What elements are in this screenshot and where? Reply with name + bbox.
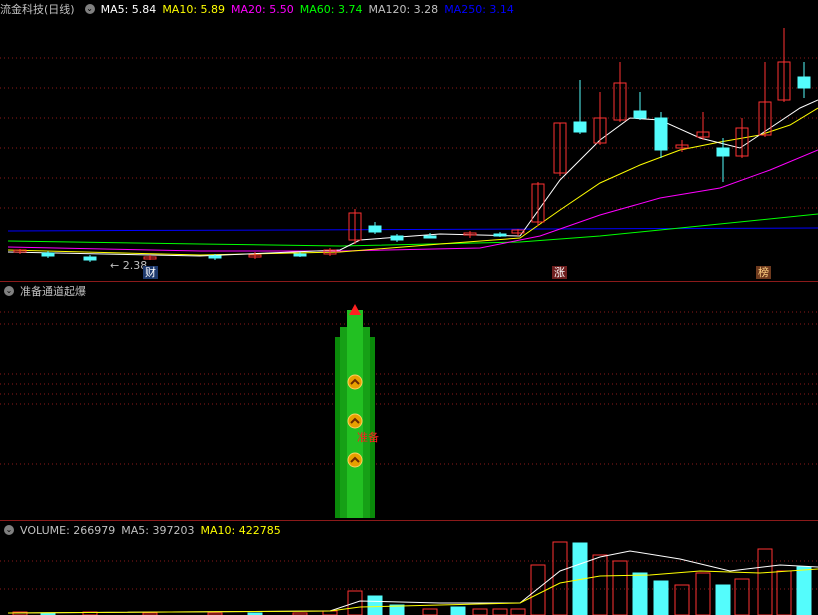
volume-bar bbox=[450, 606, 466, 615]
candle-body bbox=[493, 233, 507, 237]
badge-cai[interactable]: 财 bbox=[143, 266, 158, 279]
ma250-label: MA250: 3.14 bbox=[444, 2, 514, 16]
volume-bar bbox=[776, 570, 792, 615]
up-chevron-icon bbox=[347, 374, 363, 390]
collapse-icon[interactable]: ⌄ bbox=[84, 4, 95, 14]
volume-bar bbox=[796, 566, 812, 615]
volume-bar bbox=[592, 554, 608, 615]
volume-bar bbox=[322, 610, 338, 615]
ma250-line bbox=[7, 227, 818, 232]
up-chevron-icon bbox=[347, 413, 363, 429]
ma5-label: MA5: 5.84 bbox=[100, 2, 157, 16]
volume-bar bbox=[492, 608, 508, 615]
indicator-pane[interactable]: ⌄ 准备通道起爆 准备 bbox=[0, 282, 818, 520]
volume-bar bbox=[472, 608, 488, 615]
ma20-label: MA20: 5.50 bbox=[231, 2, 294, 16]
candlestick-chart[interactable] bbox=[0, 0, 818, 281]
ma120-label: MA120: 3.28 bbox=[368, 2, 439, 16]
volume-bar bbox=[715, 584, 731, 615]
volume-header: ⌄ VOLUME: 266979 MA5: 397203 MA10: 42278… bbox=[0, 521, 287, 539]
collapse-icon[interactable]: ⌄ bbox=[4, 286, 14, 296]
volume-bar bbox=[695, 572, 711, 615]
candle-body bbox=[293, 253, 307, 257]
volume-ma5-label: MA5: 397203 bbox=[121, 523, 195, 537]
badge-bang[interactable]: 榜 bbox=[756, 266, 771, 279]
volume-bar bbox=[552, 541, 568, 615]
signal-label: 准备 bbox=[357, 431, 379, 444]
volume-bar bbox=[510, 608, 526, 615]
ma10-line bbox=[7, 107, 818, 256]
indicator-chart bbox=[0, 304, 818, 518]
candle-body bbox=[716, 147, 730, 157]
volume-bar bbox=[612, 560, 628, 615]
volume-bar bbox=[530, 564, 546, 615]
volume-bar bbox=[757, 548, 773, 615]
price-chart-pane[interactable]: 流金科技(日线) ⌄ MA5: 5.84 MA10: 5.89 MA20: 5.… bbox=[0, 0, 818, 281]
indicator-title: 准备通道起爆 bbox=[20, 285, 86, 298]
price-header: 流金科技(日线) ⌄ MA5: 5.84 MA10: 5.89 MA20: 5.… bbox=[0, 0, 520, 18]
volume-bar bbox=[367, 595, 383, 615]
badge-zhang[interactable]: 涨 bbox=[552, 266, 567, 279]
ma10-label: MA10: 5.89 bbox=[162, 2, 226, 16]
arrow-up-icon bbox=[349, 304, 361, 315]
candle-body bbox=[573, 121, 587, 133]
volume-ma10-label: MA10: 422785 bbox=[200, 523, 281, 537]
volume-pane[interactable]: ⌄ VOLUME: 266979 MA5: 397203 MA10: 42278… bbox=[0, 521, 818, 615]
candle-body bbox=[368, 225, 382, 233]
collapse-icon[interactable]: ⌄ bbox=[4, 525, 14, 535]
candle-body bbox=[390, 235, 404, 241]
volume-label: VOLUME: 266979 bbox=[20, 523, 116, 537]
candle-body bbox=[633, 110, 647, 119]
volume-bar bbox=[632, 572, 648, 615]
candle-body bbox=[41, 252, 55, 257]
volume-bar bbox=[653, 580, 669, 615]
indicator-header: ⌄ 准备通道起爆 bbox=[0, 282, 92, 300]
candle-body bbox=[797, 76, 811, 89]
ma60-label: MA60: 3.74 bbox=[299, 2, 363, 16]
low-price-marker: ← 2.38 bbox=[110, 259, 148, 272]
stock-title: 流金科技(日线) bbox=[0, 3, 75, 16]
volume-bar bbox=[674, 584, 690, 615]
volume-bar bbox=[422, 608, 438, 615]
candle-body bbox=[83, 256, 97, 261]
volume-bar bbox=[734, 578, 750, 615]
candle-body bbox=[423, 235, 437, 239]
candle-body bbox=[208, 255, 222, 259]
up-chevron-icon bbox=[347, 452, 363, 468]
candle-body bbox=[654, 117, 668, 151]
